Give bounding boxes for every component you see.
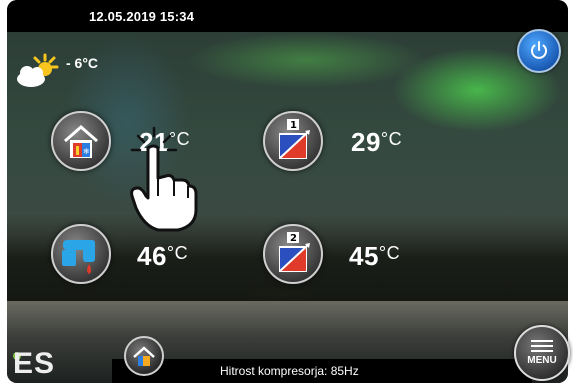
tap-hand-icon (126, 126, 202, 241)
tap-water-icon[interactable] (51, 224, 111, 284)
hot-water-temperature: 46°C (137, 241, 188, 272)
compressor-speed-status: Hitrost kompresorja: 85Hz (220, 364, 359, 378)
hamburger-icon (531, 340, 553, 355)
hot-water-temperature-value: 46 (137, 241, 167, 271)
heating-curve-2-icon[interactable]: 2 (263, 224, 323, 284)
power-button[interactable] (517, 29, 561, 73)
circuit-1-temperature-value: 29 (351, 127, 381, 157)
svg-text:1: 1 (290, 120, 297, 131)
brand-logo: ES (13, 347, 56, 380)
heating-curve-1-icon[interactable]: 1 (263, 111, 323, 171)
circuit-2-temperature: 45°C (349, 241, 400, 272)
circuit-2-temperature-unit: °C (378, 243, 401, 263)
power-icon (531, 41, 547, 59)
svg-text:❄: ❄ (83, 147, 90, 156)
svg-text:2: 2 (290, 233, 297, 244)
datetime: 12.05.2019 15:34 (89, 9, 195, 24)
house-icon (133, 346, 155, 366)
circuit-1-temperature: 29°C (351, 127, 402, 158)
top-bar: 12.05.2019 15:34 (7, 0, 568, 32)
home-button[interactable] (124, 336, 164, 376)
outside-temperature: - 6°C (66, 55, 99, 71)
hot-water-temperature-unit: °C (166, 243, 189, 263)
circuit-1-temperature-unit: °C (380, 129, 403, 149)
menu-label: MENU (527, 355, 557, 366)
thermostat-screen: 12.05.2019 15:34 - 6°C ❄ 21°C 1 29°C 46°… (0, 0, 573, 383)
circuit-2-temperature-value: 45 (349, 241, 379, 271)
menu-button[interactable]: MENU (514, 325, 570, 381)
partly-sunny-icon (13, 51, 65, 96)
house-heating-cooling-icon[interactable]: ❄ (51, 111, 111, 171)
